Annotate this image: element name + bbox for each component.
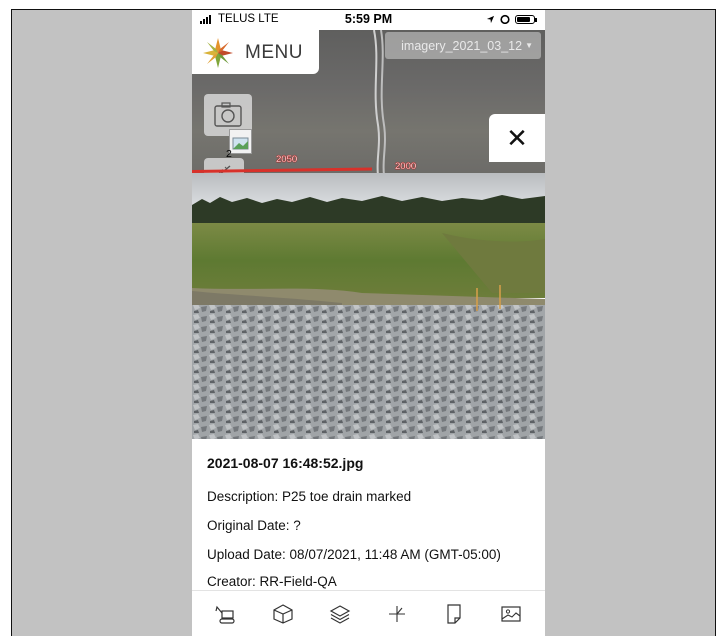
phone-screen: TELUS LTE 5:59 PM MENU imagery_2021_03_1… — [192, 10, 545, 636]
photo-upload-date: Upload Date: 08/07/2021, 11:48 AM (GMT-0… — [207, 547, 501, 562]
layers-button[interactable] — [324, 599, 356, 629]
battery-icon — [515, 14, 537, 24]
photo-creator: Creator: RR-Field-QA — [207, 574, 337, 589]
imagery-selector-value: imagery_2021_03_12 — [401, 38, 523, 53]
excavator-icon — [215, 605, 236, 624]
image-icon — [500, 606, 521, 622]
cube-icon — [273, 604, 293, 624]
layers-icon — [329, 605, 351, 624]
app-logo-icon — [203, 38, 233, 68]
cursor-crosshair-icon — [388, 606, 405, 622]
photo-stack-icon[interactable] — [229, 129, 252, 154]
photo-filename: 2021-08-07 16:48:52.jpg — [207, 455, 364, 471]
status-bar: TELUS LTE 5:59 PM — [192, 10, 545, 30]
excavator-button[interactable] — [210, 599, 242, 629]
photo-details: 2021-08-07 16:48:52.jpg Description: P25… — [192, 439, 545, 589]
photo-original-date: Original Date: ? — [207, 518, 301, 533]
chainage-label: 2000 — [395, 161, 417, 172]
menu-label: MENU — [245, 42, 303, 63]
menu-button[interactable]: MENU — [192, 30, 319, 74]
photo-description: Description: P25 toe drain marked — [207, 489, 412, 504]
bottom-toolbar — [192, 590, 545, 636]
location-arrow-icon — [486, 15, 495, 23]
caret-down-icon: ▼ — [525, 41, 533, 50]
3d-model-button[interactable] — [267, 599, 299, 629]
app-frame: TELUS LTE 5:59 PM MENU imagery_2021_03_1… — [11, 9, 716, 636]
close-icon: ✕ — [506, 122, 528, 153]
select-tool-button[interactable] — [381, 599, 413, 629]
site-photo — [192, 173, 545, 439]
chainage-label: 2050 — [276, 154, 298, 165]
document-icon — [447, 604, 461, 624]
imagery-selector[interactable]: imagery_2021_03_12 ▼ — [385, 32, 541, 59]
alarm-icon — [500, 14, 510, 24]
documents-button[interactable] — [438, 599, 470, 629]
gallery-button[interactable] — [495, 599, 527, 629]
close-button[interactable]: ✕ — [489, 114, 545, 162]
